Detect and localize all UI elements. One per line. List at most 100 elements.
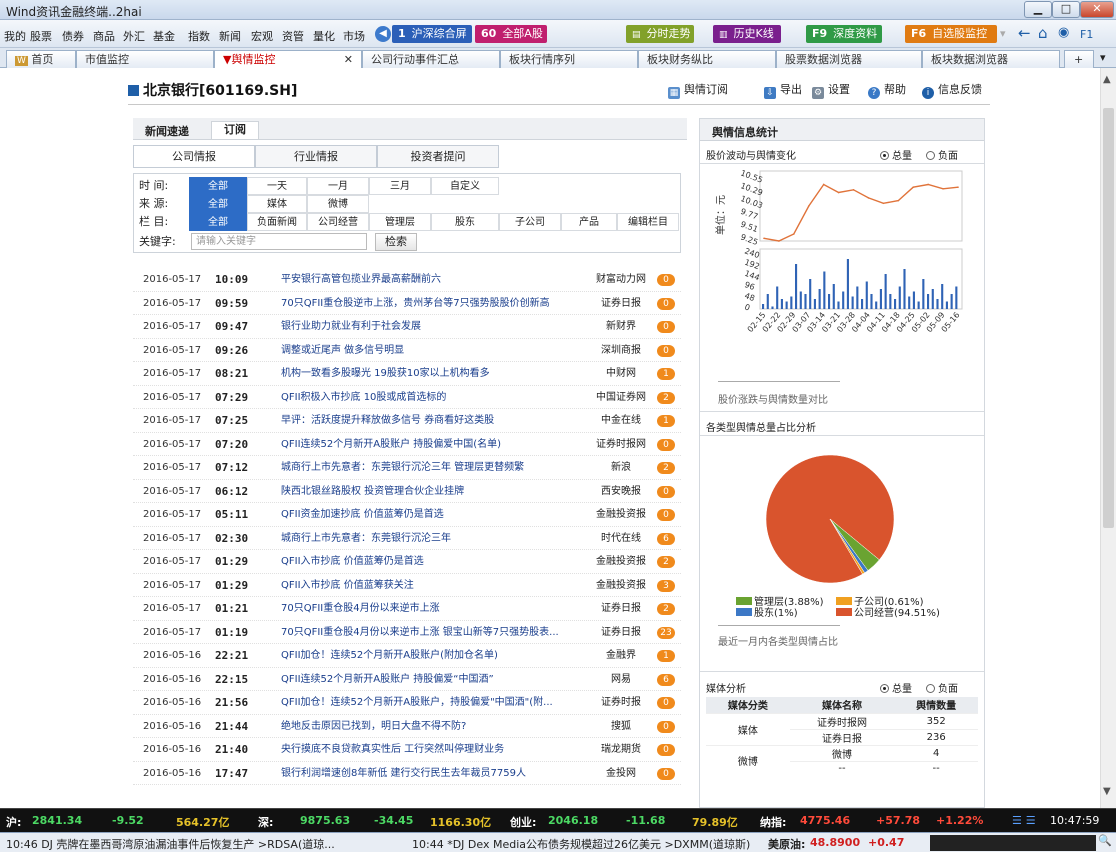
feedback-action[interactable]: i 信息反馈 bbox=[922, 81, 982, 99]
close-tab-icon[interactable]: ✕ bbox=[344, 51, 353, 68]
time-custom[interactable]: 自定义 bbox=[431, 177, 499, 195]
column-edit[interactable]: 编辑栏目 bbox=[617, 213, 679, 231]
news-title-link[interactable]: 银行利润增速创8年新低 建行交行民生去年裁员7759人 bbox=[281, 762, 581, 785]
hotkey-intraday[interactable]: ▤ 分时走势 bbox=[626, 25, 694, 43]
tab-list-icon[interactable]: ▾ bbox=[1100, 51, 1106, 64]
news-title-link[interactable]: 城商行上市先意者：东莞银行沉沦三年 管理层更替频繁 bbox=[281, 456, 581, 479]
menu-bond[interactable]: 债券 bbox=[62, 28, 84, 44]
news-title-link[interactable]: 调整或近尾声 做多信号明显 bbox=[281, 339, 581, 362]
subtab-industry[interactable]: 行业情报 bbox=[255, 145, 377, 168]
close-button[interactable]: ✕ bbox=[1080, 1, 1114, 18]
scroll-up-icon[interactable]: ▲ bbox=[1103, 74, 1111, 85]
settings-action[interactable]: ⚙ 设置 bbox=[812, 81, 850, 99]
time-all[interactable]: 全部 bbox=[189, 177, 247, 195]
news-title-link[interactable]: 机构一致看多股曝光 19股获10家以上机构看多 bbox=[281, 362, 581, 385]
news-row[interactable]: 2016-05-17 10:09 平安银行高管包揽业界最高薪酬前六 财富动力网 0 bbox=[133, 268, 681, 292]
subtab-investor-qa[interactable]: 投资者提问 bbox=[377, 145, 499, 168]
tab-sector-data-browser[interactable]: 板块数据浏览器 bbox=[922, 50, 1060, 68]
subscribe-tab[interactable]: 订阅 bbox=[211, 121, 259, 139]
news-title-link[interactable]: 平安银行高管包揽业界最高薪酬前六 bbox=[281, 268, 581, 291]
menu-news[interactable]: 新闻 bbox=[219, 28, 241, 44]
news-row[interactable]: 2016-05-17 07:12 城商行上市先意者：东莞银行沉沦三年 管理层更替频繁… bbox=[133, 456, 681, 480]
news-row[interactable]: 2016-05-17 07:29 QFII积极入市抄底 10股或成首选标的 中国证券网… bbox=[133, 386, 681, 409]
tab-market-cap-monitor[interactable]: 市值监控 bbox=[76, 50, 214, 68]
hotkey-f6[interactable]: F6 自选股监控 bbox=[905, 25, 997, 43]
news-title-link[interactable]: 早评：活跃度提升释放做多信号 券商看好这类股 bbox=[281, 409, 581, 432]
ticker-item-2[interactable]: 10:44 *DJ Dex Media公布债务规模超过26亿美元 >DXMM(道… bbox=[412, 836, 750, 852]
news-flash-label[interactable]: 新闻速递 bbox=[145, 123, 189, 139]
tab-home[interactable]: W 首页 bbox=[6, 50, 76, 68]
source-weibo[interactable]: 微博 bbox=[307, 195, 369, 213]
home-icon[interactable]: ⌂ bbox=[1038, 24, 1048, 42]
column-operations[interactable]: 公司经营 bbox=[307, 213, 369, 231]
source-media[interactable]: 媒体 bbox=[247, 195, 307, 213]
menu-asset-mgmt[interactable]: 资管 bbox=[282, 28, 304, 44]
news-title-link[interactable]: QFII加仓！连续52个月新开A股账户，持股偏爱"中国酒"(附... bbox=[281, 691, 581, 714]
news-row[interactable]: 2016-05-17 01:29 QFII入市抄底 价值蓝筹仍是首选 金融投资报 2 bbox=[133, 550, 681, 574]
news-row[interactable]: 2016-05-17 08:21 机构一致看多股曝光 19股获10家以上机构看多 中财… bbox=[133, 362, 681, 386]
keyword-input[interactable]: 请输入关键字 bbox=[191, 233, 367, 250]
column-management[interactable]: 管理层 bbox=[369, 213, 431, 231]
column-subsidiary[interactable]: 子公司 bbox=[499, 213, 561, 231]
time-3month[interactable]: 三月 bbox=[369, 177, 431, 195]
menu-stock[interactable]: 股票 bbox=[30, 28, 52, 44]
tab-stock-data-browser[interactable]: 股票数据浏览器 bbox=[776, 50, 922, 68]
ticker-search-box[interactable] bbox=[930, 835, 1096, 851]
scroll-thumb[interactable] bbox=[1103, 108, 1114, 528]
column-product[interactable]: 产品 bbox=[561, 213, 617, 231]
menu-scroll-left-icon[interactable]: ◀ bbox=[375, 26, 391, 42]
news-row[interactable]: 2016-05-16 21:40 央行摸底不良贷款真实性后 工行突然叫停理财业务 瑞龙… bbox=[133, 738, 681, 762]
news-row[interactable]: 2016-05-17 07:20 QFII连续52个月新开A股账户 持股偏爱中国(名… bbox=[133, 433, 681, 456]
news-row[interactable]: 2016-05-17 07:25 早评：活跃度提升释放做多信号 券商看好这类股 中金在… bbox=[133, 409, 681, 433]
news-title-link[interactable]: 70只QFII重仓股4月份以来逆市上涨 bbox=[281, 597, 581, 620]
news-row[interactable]: 2016-05-17 01:29 QFII入市抄底 价值蓝筹获关注 金融投资报 3 bbox=[133, 574, 681, 597]
news-title-link[interactable]: QFII资金加速抄底 价值蓝筹仍是首选 bbox=[281, 503, 581, 526]
vertical-scrollbar[interactable]: ▲ ▼ bbox=[1100, 68, 1116, 808]
news-title-link[interactable]: 70只QFII重仓股逆市上涨，贵州茅台等7只强势股股价创新高 bbox=[281, 292, 581, 315]
news-title-link[interactable]: QFII入市抄底 价值蓝筹仍是首选 bbox=[281, 550, 581, 573]
add-tab-button[interactable]: + bbox=[1064, 50, 1094, 68]
hotkey-combo-screen[interactable]: 1 沪深综合屏 bbox=[392, 25, 472, 43]
subtab-company[interactable]: 公司情报 bbox=[133, 145, 255, 168]
news-row[interactable]: 2016-05-17 09:26 调整或近尾声 做多信号明显 深圳商报 0 bbox=[133, 339, 681, 362]
f1-help[interactable]: F1 bbox=[1080, 28, 1093, 41]
radio-negative-1[interactable]: 负面 bbox=[926, 147, 958, 162]
search-button[interactable]: 检索 bbox=[375, 233, 417, 251]
scroll-down-icon[interactable]: ▼ bbox=[1103, 786, 1111, 797]
news-title-link[interactable]: QFII加仓！连续52个月新开A股账户(附加仓名单) bbox=[281, 644, 581, 667]
news-row[interactable]: 2016-05-16 22:21 QFII加仓！连续52个月新开A股账户(附加仓名单… bbox=[133, 644, 681, 668]
tab-sector-quotes[interactable]: 板块行情序列 bbox=[500, 50, 638, 68]
tab-sector-finance[interactable]: 板块财务纵比 bbox=[638, 50, 776, 68]
news-row[interactable]: 2016-05-17 09:47 银行业助力就业有利于社会发展 新财界 0 bbox=[133, 315, 681, 339]
news-row[interactable]: 2016-05-17 02:30 城商行上市先意者：东莞银行沉沦三年 时代在线 6 bbox=[133, 527, 681, 550]
news-row[interactable]: 2016-05-17 09:59 70只QFII重仓股逆市上涨，贵州茅台等7只强势股… bbox=[133, 292, 681, 315]
news-title-link[interactable]: QFII积极入市抄底 10股或成首选标的 bbox=[281, 386, 581, 409]
chat-icon[interactable]: ◉ bbox=[1058, 25, 1069, 40]
dropdown-arrow-icon[interactable]: ▾ bbox=[1000, 27, 1006, 40]
menu-commodity[interactable]: 商品 bbox=[93, 28, 115, 44]
tab-sentiment-monitor[interactable]: ▼舆情监控 ✕ bbox=[214, 50, 362, 68]
help-action[interactable]: ? 帮助 bbox=[868, 81, 906, 99]
layout-icon[interactable]: ☰ ☰ bbox=[1012, 814, 1036, 827]
menu-mine[interactable]: 我的 bbox=[4, 28, 26, 44]
export-action[interactable]: ⇩ 导出 bbox=[764, 81, 802, 99]
radio-total-1[interactable]: 总量 bbox=[880, 147, 912, 162]
news-title-link[interactable]: QFII连续52个月新开A股账户 持股偏爱“中国酒” bbox=[281, 668, 581, 691]
news-title-link[interactable]: 陕西北银丝路股权 投资管理合伙企业挂牌 bbox=[281, 480, 581, 503]
minimize-button[interactable]: ▁ bbox=[1024, 1, 1052, 18]
news-row[interactable]: 2016-05-17 05:11 QFII资金加速抄底 价值蓝筹仍是首选 金融投资报 0 bbox=[133, 503, 681, 527]
menu-market[interactable]: 市场 bbox=[343, 28, 365, 44]
menu-index[interactable]: 指数 bbox=[188, 28, 210, 44]
news-title-link[interactable]: QFII连续52个月新开A股账户 持股偏爱中国(名单) bbox=[281, 433, 581, 456]
maximize-button[interactable]: □ bbox=[1052, 1, 1080, 18]
column-negative[interactable]: 负面新闻 bbox=[247, 213, 307, 231]
time-day[interactable]: 一天 bbox=[247, 177, 307, 195]
news-title-link[interactable]: 70只QFII重仓股4月份以来逆市上涨 银宝山新等7只强势股表... bbox=[281, 621, 581, 644]
news-row[interactable]: 2016-05-17 01:21 70只QFII重仓股4月份以来逆市上涨 证券日报 2 bbox=[133, 597, 681, 621]
news-row[interactable]: 2016-05-17 06:12 陕西北银丝路股权 投资管理合伙企业挂牌 西安晚报 0 bbox=[133, 480, 681, 503]
back-arrow-icon[interactable]: ← bbox=[1018, 24, 1031, 42]
news-row[interactable]: 2016-05-16 17:47 银行利润增速创8年新低 建行交行民生去年裁员775… bbox=[133, 762, 681, 785]
time-month[interactable]: 一月 bbox=[307, 177, 369, 195]
tab-corporate-actions[interactable]: 公司行动事件汇总 bbox=[362, 50, 500, 68]
subscribe-action[interactable]: ▦ 舆情订阅 bbox=[668, 81, 728, 99]
